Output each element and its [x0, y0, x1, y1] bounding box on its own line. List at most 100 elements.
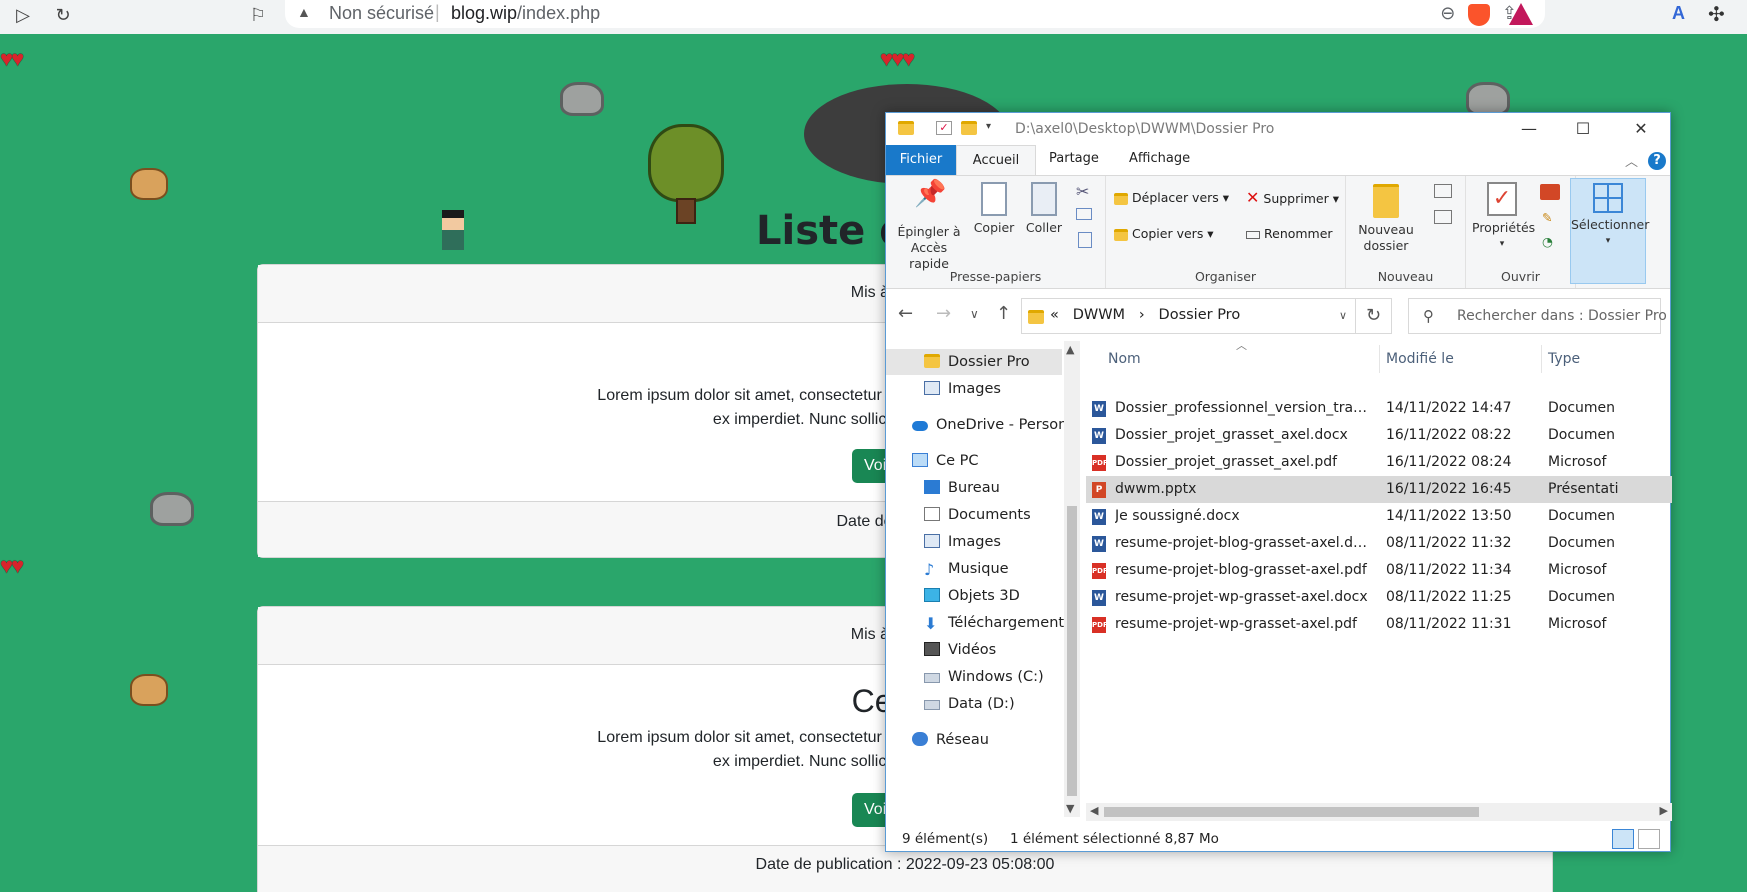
new-folder-quick-icon[interactable]	[961, 121, 977, 135]
nav-item-windows-c[interactable]: Windows (C:)	[924, 664, 1044, 690]
file-row[interactable]: W Je soussigné.docx 14/11/2022 13:50 Doc…	[1086, 503, 1672, 530]
reload-icon[interactable]: ↻	[50, 2, 76, 28]
nav-item-telechargements[interactable]: ⬇ Téléchargements	[924, 610, 1066, 636]
breadcrumb-dwwm[interactable]: DWWM	[1073, 307, 1125, 323]
breadcrumb-dossier-pro[interactable]: Dossier Pro	[1159, 307, 1241, 323]
title-bar[interactable]: ✓ ▾ D:\axel0\Desktop\DWWM\Dossier Pro — …	[886, 113, 1670, 145]
nav-item-reseau[interactable]: Réseau	[912, 727, 989, 753]
nav-item-videos[interactable]: Vidéos	[924, 637, 996, 663]
desktop-icon	[924, 480, 940, 494]
up-arrow-icon[interactable]: ↑	[996, 303, 1011, 324]
play-icon[interactable]: ▷	[10, 2, 36, 28]
file-row[interactable]: PDF resume-projet-blog-grasset-axel.pdf …	[1086, 557, 1672, 584]
scroll-right-icon[interactable]: ▶	[1660, 804, 1668, 817]
bookmark-icon[interactable]: ⚐	[245, 2, 271, 28]
tab-partage[interactable]: Partage	[1049, 151, 1099, 166]
new-item-icon[interactable]	[1434, 184, 1452, 198]
puzzle-icon[interactable]: ✣	[1708, 2, 1725, 27]
file-row[interactable]: W Dossier_professionnel_version_traiteme…	[1086, 395, 1672, 422]
explorer-address-bar[interactable]: « DWWM › Dossier Pro ∨	[1021, 298, 1356, 334]
brave-shield-icon[interactable]	[1468, 4, 1490, 26]
refresh-icon[interactable]: ↻	[1356, 298, 1392, 334]
delete-icon: ✕	[1246, 188, 1260, 207]
move-to-button[interactable]: Déplacer vers ▾	[1114, 190, 1229, 205]
column-header-modified[interactable]: Modifié le	[1386, 351, 1454, 367]
forward-arrow-icon[interactable]: →	[936, 303, 951, 324]
nav-item-ce-pc[interactable]: Ce PC	[912, 448, 979, 474]
file-row-selected[interactable]: P dwwm.pptx 16/11/2022 16:45 Présentati	[1086, 476, 1672, 503]
cut-icon[interactable]: ✂	[1076, 182, 1089, 201]
easy-access-icon[interactable]	[1434, 210, 1452, 224]
properties-button[interactable]: ✓ Propriétés ▾	[1472, 182, 1535, 252]
large-icons-view-icon[interactable]	[1638, 829, 1660, 849]
rename-icon	[1246, 230, 1260, 239]
column-header-name[interactable]: Nom	[1108, 351, 1141, 367]
properties-check-icon[interactable]: ✓	[936, 121, 952, 135]
column-divider[interactable]	[1541, 345, 1542, 373]
column-header-type[interactable]: Type	[1548, 351, 1580, 367]
tab-affichage[interactable]: Affichage	[1129, 151, 1190, 166]
select-button[interactable]: Sélectionner ▾	[1570, 178, 1649, 284]
breadcrumb-separator[interactable]: ›	[1139, 307, 1145, 323]
new-folder-button[interactable]: Nouveau dossier	[1348, 184, 1424, 254]
brave-rewards-icon[interactable]	[1509, 3, 1533, 25]
pdf-file-icon: PDF	[1092, 563, 1108, 579]
address-dropdown-icon[interactable]: ∨	[1339, 309, 1347, 322]
paste-shortcut-icon[interactable]	[1078, 232, 1092, 248]
nav-item-documents[interactable]: Documents	[924, 502, 1031, 528]
pin-quick-access-button[interactable]: 📌 Épingler à Accès rapide	[892, 179, 966, 272]
address-bar[interactable]: ▲ Non sécurisé | blog.wip/index.php ⊖≡⇪	[285, 0, 1545, 28]
horizontal-scrollbar[interactable]: ◀ ▶	[1086, 803, 1672, 821]
quick-access-dropdown-icon[interactable]: ▾	[986, 121, 1002, 135]
nav-item-bureau[interactable]: Bureau	[924, 475, 1000, 501]
chevron-up-icon[interactable]: ︿	[1625, 151, 1638, 170]
paste-button[interactable]: Coller	[1024, 182, 1064, 236]
recent-chevron-icon[interactable]: ∨	[970, 307, 979, 321]
search-input[interactable]: ⚲ Rechercher dans : Dossier Pro	[1408, 298, 1667, 334]
file-row[interactable]: W Dossier_projet_grasset_axel.docx 16/11…	[1086, 422, 1672, 449]
file-name: Dossier_projet_grasset_axel.pdf	[1115, 454, 1338, 470]
extension-icon[interactable]: A	[1672, 3, 1694, 25]
scrollbar-thumb[interactable]	[1067, 506, 1077, 796]
copy-button[interactable]: Copier	[972, 182, 1016, 236]
breadcrumb-overflow[interactable]: «	[1050, 307, 1059, 323]
scroll-left-icon[interactable]: ◀	[1090, 804, 1098, 817]
powerpoint-open-icon[interactable]	[1540, 184, 1560, 200]
file-row[interactable]: W resume-projet-blog-grasset-axel.docx 0…	[1086, 530, 1672, 557]
nav-scrollbar[interactable]: ▲ ▼	[1064, 341, 1080, 817]
tab-fichier[interactable]: Fichier	[886, 145, 956, 175]
column-divider[interactable]	[1379, 345, 1380, 373]
copy-path-icon[interactable]	[1076, 208, 1092, 220]
back-arrow-icon[interactable]: ←	[898, 303, 913, 324]
file-row[interactable]: PDF resume-projet-wp-grasset-axel.pdf 08…	[1086, 611, 1672, 638]
nav-item-images-top[interactable]: Images	[924, 376, 1001, 402]
nav-item-objets-3d[interactable]: Objets 3D	[924, 583, 1020, 609]
url-text[interactable]: blog.wip/index.php	[451, 3, 600, 24]
nav-item-dossier-pro[interactable]: Dossier Pro	[886, 349, 1062, 375]
details-view-icon[interactable]	[1612, 829, 1634, 849]
nav-item-data-d[interactable]: Data (D:)	[924, 691, 1015, 717]
scroll-up-icon[interactable]: ▲	[1066, 343, 1074, 356]
minimize-button[interactable]: —	[1506, 119, 1552, 138]
nav-item-musique[interactable]: ♪ Musique	[924, 556, 1009, 582]
pin-icon: 📌	[914, 179, 947, 209]
file-row[interactable]: PDF Dossier_projet_grasset_axel.pdf 16/1…	[1086, 449, 1672, 476]
nav-item-images[interactable]: Images	[924, 529, 1001, 555]
tab-accueil[interactable]: Accueil	[956, 145, 1036, 176]
help-icon[interactable]: ?	[1648, 152, 1666, 170]
maximize-button[interactable]: ☐	[1560, 119, 1606, 138]
group-label: Ouvrir	[1501, 269, 1540, 284]
new-folder-label: Nouveau dossier	[1358, 222, 1414, 253]
copy-to-button[interactable]: Copier vers ▾	[1114, 226, 1214, 241]
edit-icon[interactable]: ✎	[1542, 210, 1552, 225]
history-icon[interactable]: ◔	[1542, 234, 1553, 249]
rename-button[interactable]: Renommer	[1246, 226, 1333, 241]
delete-button[interactable]: ✕ Supprimer ▾	[1246, 188, 1339, 207]
file-row[interactable]: W resume-projet-wp-grasset-axel.docx 08/…	[1086, 584, 1672, 611]
close-button[interactable]: ✕	[1618, 119, 1664, 138]
nav-item-onedrive[interactable]: OneDrive - Person	[912, 412, 1066, 438]
warning-icon[interactable]: ▲	[297, 4, 311, 20]
scrollbar-thumb[interactable]	[1104, 807, 1479, 817]
scroll-down-icon[interactable]: ▼	[1066, 802, 1074, 815]
insecure-label[interactable]: Non sécurisé	[329, 3, 434, 24]
